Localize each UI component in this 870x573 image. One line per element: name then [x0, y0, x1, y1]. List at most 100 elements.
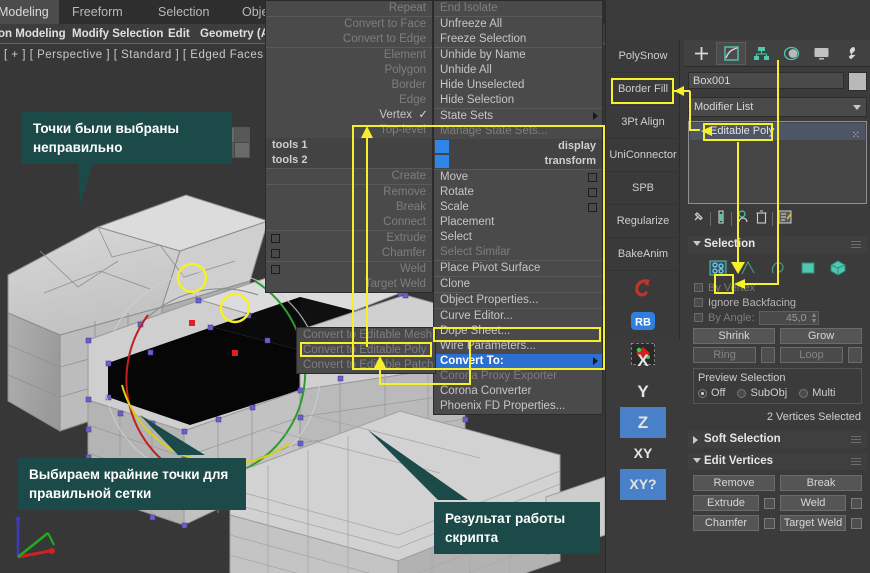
- settings-box-icon[interactable]: [271, 234, 280, 243]
- menu-item-state-sets[interactable]: State Sets: [434, 109, 602, 124]
- menu-item-weld[interactable]: Weld: [266, 262, 432, 277]
- menu-item-hide-selection[interactable]: Hide Selection: [434, 93, 602, 108]
- menu-item-select[interactable]: Select: [434, 230, 602, 245]
- menu-item-scale[interactable]: Scale: [434, 200, 602, 215]
- menu-item-edge[interactable]: Edge: [266, 93, 432, 108]
- convert-to-submenu[interactable]: Convert to Editable Mesh Convert to Edit…: [296, 327, 436, 374]
- radio-subobj[interactable]: [737, 388, 747, 398]
- menu-item-convert-to-face[interactable]: Convert to Face: [266, 17, 432, 32]
- spinner-arrows-icon[interactable]: ▲ ▼: [811, 312, 818, 325]
- submenu-item-convert-to-editable-poly[interactable]: Convert to Editable Poly: [297, 343, 435, 358]
- break-button[interactable]: Break: [780, 475, 862, 491]
- utilities-icon[interactable]: [836, 42, 866, 65]
- menu-item-rotate[interactable]: Rotate: [434, 185, 602, 200]
- chamfer-settings-icon[interactable]: [764, 517, 775, 529]
- ribbon-tab-freeform[interactable]: Freeform: [62, 0, 133, 24]
- by-angle-spinner[interactable]: 45,0 ▲ ▼: [759, 310, 820, 325]
- ribbon-panel-edit[interactable]: Edit: [168, 24, 190, 44]
- menu-item-top-level[interactable]: Top-level: [266, 123, 432, 138]
- script-button-uniconnector[interactable]: UniConnector: [606, 139, 680, 172]
- menu-item-extrude[interactable]: Extrude: [266, 231, 432, 246]
- grow-button[interactable]: Grow: [780, 328, 862, 344]
- make-unique-icon[interactable]: [737, 209, 751, 229]
- modify-icon[interactable]: [716, 41, 746, 65]
- quad-menu-right[interactable]: End Isolate Unfreeze All Freeze Selectio…: [433, 0, 603, 415]
- loop-button[interactable]: Loop: [780, 347, 843, 363]
- vertex-icon[interactable]: [708, 259, 728, 277]
- settings-box-icon[interactable]: [588, 203, 597, 212]
- border-icon[interactable]: [768, 259, 788, 277]
- menu-item-clone[interactable]: Clone: [434, 277, 602, 292]
- checkbox[interactable]: [694, 283, 703, 292]
- script-button-spb[interactable]: SPB: [606, 172, 680, 205]
- ribbon-panel-modify-selection[interactable]: Modify Selection: [72, 24, 163, 44]
- menu-item-convert-to-edge[interactable]: Convert to Edge: [266, 32, 432, 47]
- element-icon[interactable]: [828, 259, 848, 277]
- axis-button-z[interactable]: Z: [620, 407, 666, 438]
- menu-item-manage-state-sets[interactable]: Manage State Sets...: [434, 124, 602, 139]
- menu-item-polygon[interactable]: Polygon: [266, 63, 432, 78]
- shrink-button[interactable]: Shrink: [693, 328, 775, 344]
- menu-item-connect[interactable]: Connect: [266, 215, 432, 230]
- menu-item-dope-sheet[interactable]: Dope Sheet...: [434, 324, 602, 339]
- menu-item-move[interactable]: Move: [434, 170, 602, 185]
- menu-item-create[interactable]: Create: [266, 169, 432, 184]
- configure-sets-icon[interactable]: [778, 210, 793, 229]
- menu-item-convert-to[interactable]: Convert To:: [434, 354, 602, 369]
- radio-off[interactable]: [698, 388, 707, 398]
- menu-item-hide-unselected[interactable]: Hide Unselected: [434, 78, 602, 93]
- by-vertex-checkbox-row[interactable]: By Vertex: [688, 280, 867, 295]
- object-color-swatch[interactable]: [848, 72, 867, 91]
- menu-item-unhide-all[interactable]: Unhide All: [434, 63, 602, 78]
- motion-icon[interactable]: [776, 42, 806, 65]
- edit-vertices-rollout-header[interactable]: Edit Vertices: [688, 453, 867, 470]
- axis-button-xy-cycle[interactable]: XY?: [620, 469, 666, 500]
- extrude-settings-icon[interactable]: [764, 497, 775, 509]
- script-button-bakeanim[interactable]: BakeAnim: [606, 238, 680, 271]
- hierarchy-icon[interactable]: [746, 42, 776, 65]
- script-button-regularize[interactable]: Regularize: [606, 205, 680, 238]
- checkbox[interactable]: [694, 298, 703, 307]
- menu-item-element[interactable]: Element: [266, 48, 432, 63]
- ring-spinner[interactable]: [761, 347, 775, 363]
- menu-item-corona-converter[interactable]: Corona Converter: [434, 384, 602, 399]
- axis-button-xy[interactable]: XY: [620, 438, 666, 469]
- pin-stack-icon[interactable]: [692, 210, 705, 228]
- menu-item-object-properties[interactable]: Object Properties...: [434, 293, 602, 308]
- script-button-3pt-align[interactable]: 3Pt Align: [606, 106, 680, 139]
- settings-box-icon[interactable]: [271, 249, 280, 258]
- display-icon[interactable]: [806, 42, 836, 65]
- remove-button[interactable]: Remove: [693, 475, 775, 491]
- modifier-stack-item-editable-poly[interactable]: Editable Poly ⁙: [690, 123, 865, 141]
- menu-item-target-weld[interactable]: Target Weld: [266, 277, 432, 292]
- menu-item-break[interactable]: Break: [266, 200, 432, 215]
- script-button-border-fill[interactable]: Border Fill: [606, 73, 680, 106]
- swirl-icon[interactable]: [606, 271, 680, 304]
- submenu-item-convert-to-editable-mesh[interactable]: Convert to Editable Mesh: [297, 328, 435, 343]
- remove-modifier-icon[interactable]: [756, 209, 767, 229]
- settings-box-icon[interactable]: [271, 265, 280, 274]
- axis-button-x[interactable]: X: [620, 345, 666, 376]
- menu-item-place-pivot-surface[interactable]: Place Pivot Surface: [434, 261, 602, 276]
- menu-item-curve-editor[interactable]: Curve Editor...: [434, 309, 602, 324]
- loop-spinner[interactable]: [848, 347, 862, 363]
- ribbon-tab-selection[interactable]: Selection: [148, 0, 219, 24]
- submenu-item-convert-to-editable-patch[interactable]: Convert to Editable Patch: [297, 358, 435, 373]
- modifier-stack[interactable]: Editable Poly ⁙: [688, 121, 867, 204]
- axis-button-y[interactable]: Y: [620, 376, 666, 407]
- target-weld-button[interactable]: Target Weld: [780, 515, 846, 531]
- weld-button[interactable]: Weld: [780, 495, 846, 511]
- rb-icon[interactable]: RB: [606, 304, 680, 337]
- modifier-list-dropdown[interactable]: Modifier List: [688, 97, 867, 117]
- menu-item-freeze-selection[interactable]: Freeze Selection: [434, 32, 602, 47]
- ribbon-tab-modeling[interactable]: Modeling: [0, 0, 59, 24]
- object-name-input[interactable]: Box001: [688, 72, 844, 89]
- menu-item-remove[interactable]: Remove: [266, 185, 432, 200]
- menu-item-phoenix-fd-properties[interactable]: Phoenix FD Properties...: [434, 399, 602, 414]
- settings-box-icon[interactable]: [588, 188, 597, 197]
- menu-item-end-isolate[interactable]: End Isolate: [434, 1, 602, 16]
- create-icon[interactable]: [686, 42, 716, 65]
- viewport-label[interactable]: [ + ] [ Perspective ] [ Standard ] [ Edg…: [4, 49, 271, 61]
- menu-item-vertex[interactable]: Vertex ✓: [266, 108, 432, 123]
- menu-item-repeat[interactable]: Repeat: [266, 1, 432, 16]
